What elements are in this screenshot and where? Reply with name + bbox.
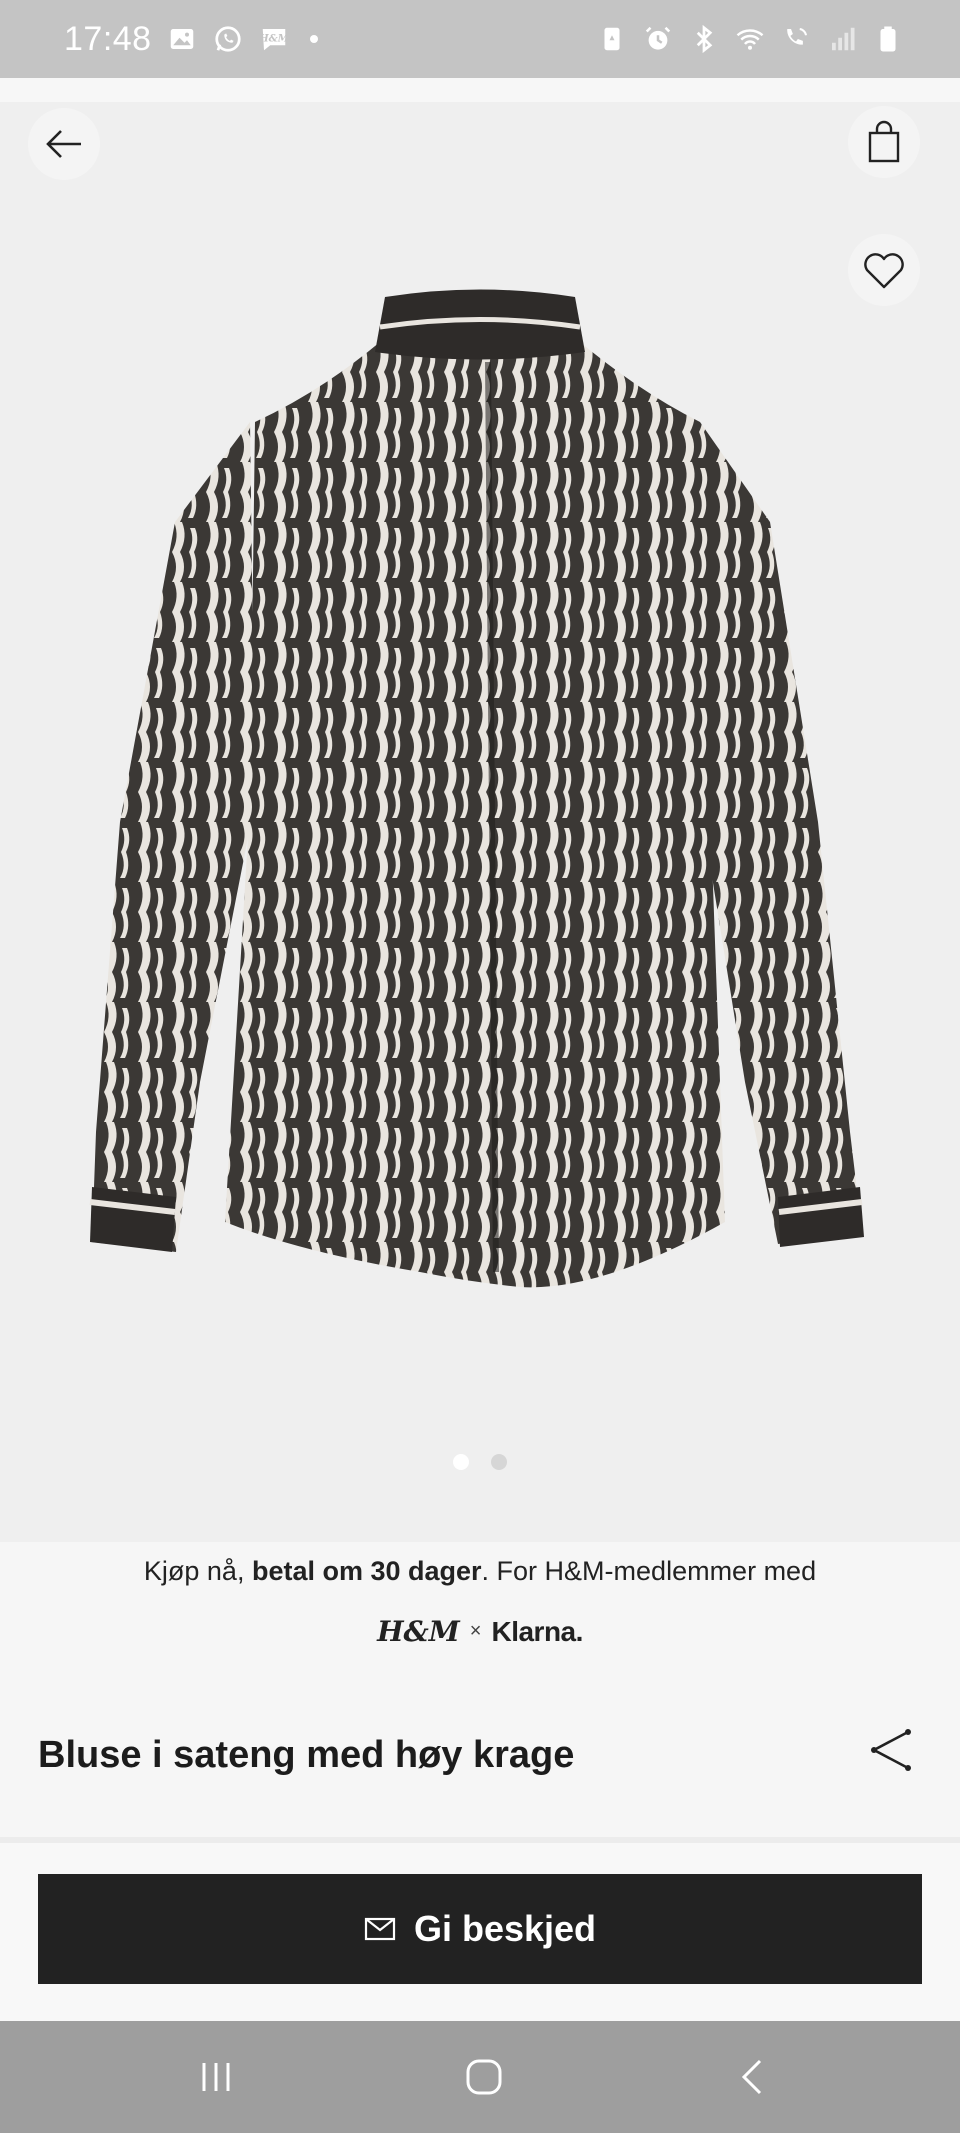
back-icon [741, 2059, 762, 2095]
status-time: 17:48 [64, 19, 152, 58]
back-button[interactable] [28, 108, 100, 180]
notification-dot-icon [309, 35, 318, 43]
status-bar-right [596, 23, 904, 55]
klarna-text: Kjøp nå, betal om 30 dager. For H&M-medl… [143, 1556, 817, 1586]
klarna-logos: H&M × Klarna. [0, 1615, 960, 1648]
cta-area: Gi beskjed [0, 1843, 960, 2021]
heart-icon [864, 253, 904, 289]
times-sign: × [469, 1620, 482, 1642]
alarm-icon [642, 23, 674, 55]
gallery-pagination [0, 1454, 960, 1470]
product-image [89, 289, 864, 1288]
status-bar-left: 17:48 H&M [64, 20, 318, 59]
pagination-dot-2[interactable] [491, 1454, 507, 1470]
share-icon[interactable] [862, 1720, 922, 1780]
battery-saver-icon [596, 23, 628, 55]
favorite-button[interactable] [848, 234, 920, 306]
image-icon [166, 23, 198, 55]
top-spacer [0, 78, 960, 102]
recent-apps-icon [202, 2063, 230, 2091]
recent-apps-button[interactable] [186, 2047, 246, 2107]
wifi-icon [734, 23, 766, 55]
system-nav-bar [0, 2021, 960, 2133]
home-icon [466, 2059, 502, 2095]
klarna-banner[interactable]: Kjøp nå, betal om 30 dager. For H&M-medl… [0, 1542, 960, 1682]
status-bar: 17:48 H&M [0, 0, 960, 78]
klarna-bold-text: betal om 30 dager [251, 1556, 482, 1586]
envelope-icon [364, 1917, 396, 1941]
cart-button[interactable] [848, 106, 920, 178]
home-button[interactable] [454, 2047, 514, 2107]
product-title-row: Bluse i sateng med høy krage [0, 1682, 960, 1837]
arrow-left-icon [46, 130, 81, 158]
product-image-gallery[interactable] [0, 102, 960, 1542]
notify-me-label: Gi beskjed [413, 1908, 597, 1949]
shopping-bag-icon [868, 120, 900, 163]
notify-me-button[interactable]: Gi beskjed [38, 1874, 922, 1984]
signal-icon [826, 23, 858, 55]
hm-app-icon: H&M [258, 23, 290, 55]
svg-text:H&M: H&M [259, 34, 289, 45]
nav-back-button[interactable] [724, 2047, 784, 2107]
pagination-dot-1[interactable] [453, 1454, 469, 1470]
battery-icon [872, 23, 904, 55]
klarna-logo: Klarna. [491, 1615, 583, 1647]
bluetooth-icon [688, 23, 720, 55]
hm-logo: H&M [377, 1615, 460, 1648]
whatsapp-icon [212, 23, 244, 55]
product-title: Bluse i sateng med høy krage [38, 1734, 575, 1776]
wifi-calling-icon [780, 23, 812, 55]
